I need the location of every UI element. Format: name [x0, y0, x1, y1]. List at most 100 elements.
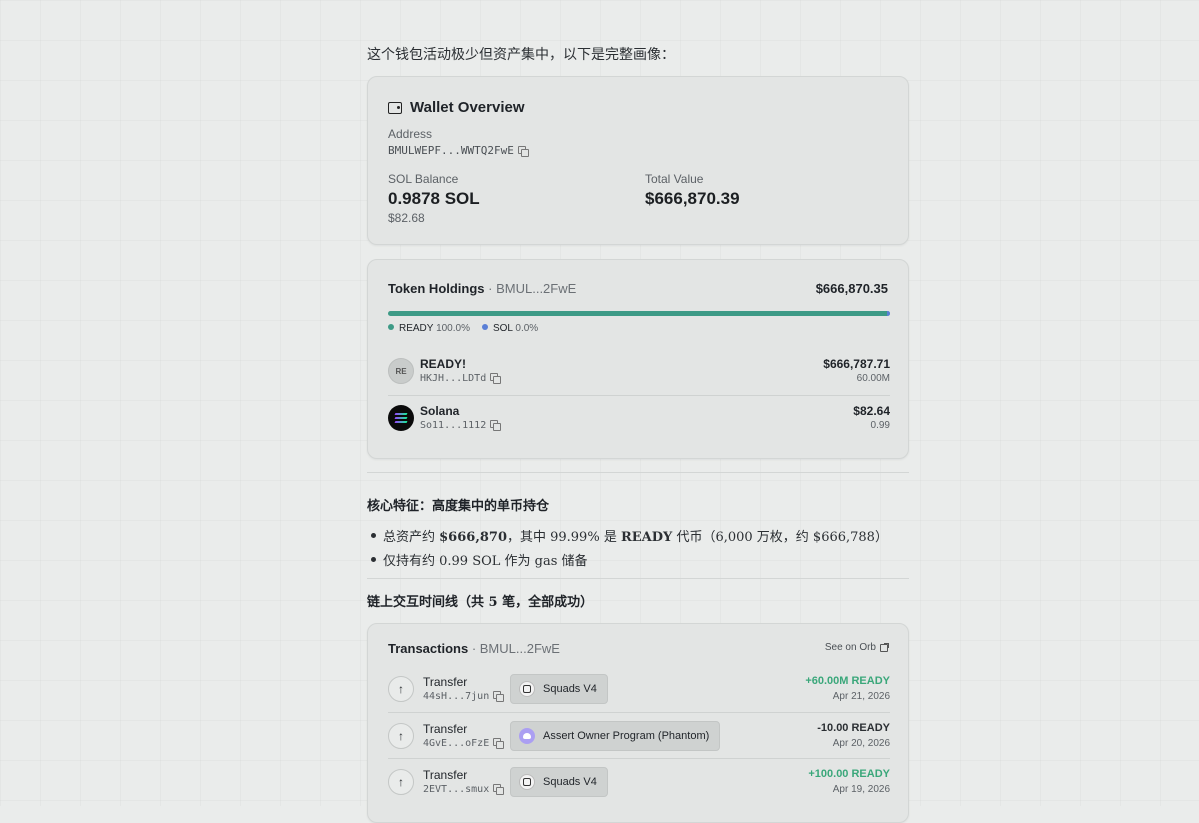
program-badge[interactable]: Squads V4 — [510, 674, 608, 704]
tx-type: Transfer — [423, 675, 468, 689]
token-name: Solana — [420, 404, 460, 418]
tx-type: Transfer — [423, 722, 468, 736]
total-value: $666,870.39 — [645, 189, 740, 208]
token-address-text: So11...1112 — [420, 420, 487, 431]
transactions-title: Transactions — [388, 641, 469, 656]
allocation-legend: READY 100.0% SOL 0.0% — [388, 323, 538, 334]
text: ，其中 99.99% 是 — [506, 530, 621, 545]
program-name: Squads V4 — [543, 683, 597, 695]
tx-signature-text: 44sH...7jun — [423, 691, 490, 702]
features-list: 总资产约 $666,870，其中 99.99% 是 READY 代币（6,000… — [367, 526, 888, 574]
token-avatar: RE — [388, 358, 414, 384]
list-item: 总资产约 $666,870，其中 99.99% 是 READY 代币（6,000… — [367, 526, 888, 550]
token-address-text: HKJH...LDTd — [420, 373, 487, 384]
sol-balance-label: SOL Balance — [388, 172, 459, 186]
timeline-heading: 链上交互时间线（共 5 笔，全部成功） — [367, 591, 593, 610]
legend-name: READY — [399, 323, 434, 334]
solana-logo-icon — [388, 405, 414, 431]
tx-date: Apr 20, 2026 — [832, 738, 890, 749]
copy-icon[interactable] — [517, 146, 529, 157]
token-name: READY! — [420, 357, 467, 371]
copy-icon[interactable] — [493, 738, 505, 749]
token-row[interactable]: Solana So11...1112 $82.64 0.99 — [388, 395, 890, 439]
sol-balance-value: 0.9878 SOL — [388, 189, 480, 208]
text: 链上交互时间线（共 — [367, 595, 489, 610]
tx-signature-text: 2EVT...smux — [423, 784, 490, 795]
tx-type: Transfer — [423, 768, 468, 782]
total-value-label: Total Value — [645, 172, 704, 186]
tx-signature-text: 4GvE...oFzE — [423, 738, 490, 749]
allocation-bar — [388, 311, 890, 316]
copy-icon[interactable] — [490, 420, 502, 431]
token-address[interactable]: So11...1112 — [420, 420, 502, 431]
tx-signature[interactable]: 2EVT...smux — [423, 784, 505, 795]
text-bold: 5 — [488, 595, 498, 610]
allocation-bar-sol — [887, 311, 890, 316]
copy-icon[interactable] — [493, 784, 505, 795]
token-address[interactable]: HKJH...LDTd — [420, 373, 502, 384]
intro-text: 这个钱包活动极少但资产集中，以下是完整画像： — [367, 47, 675, 63]
tx-signature[interactable]: 44sH...7jun — [423, 691, 505, 702]
arrow-up-icon: ↑ — [388, 723, 414, 749]
token-row[interactable]: RE READY! HKJH...LDTd $666,787.71 60.00M — [388, 350, 890, 394]
transactions-subtitle: · BMUL...2FwE — [468, 641, 560, 656]
text-bold: READY — [620, 530, 673, 545]
legend-pct: 100.0% — [436, 323, 470, 334]
token-holdings-subtitle: · BMUL...2FwE — [484, 281, 577, 296]
phantom-icon — [519, 728, 535, 744]
legend-pct: 0.0% — [515, 323, 539, 334]
legend-name: SOL — [492, 323, 513, 334]
token-holdings-card: Token Holdings · BMUL...2FwE $666,870.35… — [367, 259, 909, 459]
wallet-icon — [388, 101, 402, 114]
divider — [367, 472, 909, 473]
sol-balance-usd: $82.68 — [388, 211, 425, 225]
program-name: Assert Owner Program (Phantom) — [543, 730, 710, 742]
legend-item-sol: SOL 0.0% — [481, 323, 539, 334]
token-holdings-header: Token Holdings · BMUL...2FwE — [388, 281, 576, 296]
text-bold: $666,870 — [439, 530, 507, 545]
tx-amount: -10.00 READY — [817, 722, 890, 734]
copy-icon[interactable] — [490, 373, 502, 384]
text: 总资产约 — [383, 530, 440, 545]
copy-icon[interactable] — [493, 691, 505, 702]
program-badge[interactable]: Assert Owner Program (Phantom) — [510, 721, 721, 751]
token-amount: 60.00M — [856, 373, 890, 384]
see-on-orb-label: See on Orb — [824, 642, 876, 653]
token-holdings-total: $666,870.35 — [815, 281, 888, 296]
legend-dot — [388, 324, 394, 330]
features-heading: 核心特征：高度集中的单币持仓 — [367, 499, 550, 514]
external-link-icon — [880, 642, 889, 652]
tx-date: Apr 21, 2026 — [832, 691, 890, 702]
arrow-up-icon: ↑ — [388, 769, 414, 795]
tx-amount: +60.00M READY — [805, 675, 890, 687]
tx-signature[interactable]: 4GvE...oFzE — [423, 738, 505, 749]
token-amount: 0.99 — [870, 420, 890, 431]
squads-icon — [519, 681, 535, 697]
wallet-address-text: BMULWEPF...WWTQ2FwE — [388, 144, 514, 157]
transaction-row[interactable]: ↑ Transfer 4GvE...oFzE Assert Owner Prog… — [388, 712, 890, 758]
list-item: 仅持有约 0.99 SOL 作为 gas 储备 — [367, 550, 888, 574]
divider — [367, 578, 909, 579]
text: 笔，全部成功） — [497, 595, 594, 610]
wallet-address[interactable]: BMULWEPF...WWTQ2FwE — [388, 144, 529, 157]
program-name: Squads V4 — [543, 776, 597, 788]
wallet-overview-title-text: Wallet Overview — [410, 99, 525, 116]
tx-date: Apr 19, 2026 — [832, 784, 890, 795]
legend-dot — [481, 324, 488, 330]
transactions-header: Transactions · BMUL...2FwE — [388, 641, 560, 656]
transaction-row[interactable]: ↑ Transfer 2EVT...smux Squads V4 +100.00… — [388, 758, 890, 804]
squads-icon — [519, 774, 535, 790]
arrow-up-icon: ↑ — [388, 676, 414, 702]
legend-item-ready: READY 100.0% — [388, 323, 470, 334]
transactions-card: Transactions · BMUL...2FwE See on Orb ↑ … — [367, 623, 909, 823]
wallet-overview-card: Wallet Overview Address BMULWEPF...WWTQ2… — [367, 76, 909, 245]
token-value: $82.64 — [853, 404, 890, 418]
transaction-row[interactable]: ↑ Transfer 44sH...7jun Squads V4 +60.00M… — [388, 666, 890, 712]
see-on-orb-link[interactable]: See on Orb — [824, 642, 889, 653]
address-label: Address — [388, 127, 433, 141]
program-badge[interactable]: Squads V4 — [510, 767, 608, 797]
tx-amount: +100.00 READY — [808, 768, 890, 780]
token-value: $666,787.71 — [823, 357, 890, 371]
wallet-overview-title: Wallet Overview — [388, 99, 525, 116]
text: 代币（6,000 万枚，约 $666,788） — [672, 530, 888, 545]
